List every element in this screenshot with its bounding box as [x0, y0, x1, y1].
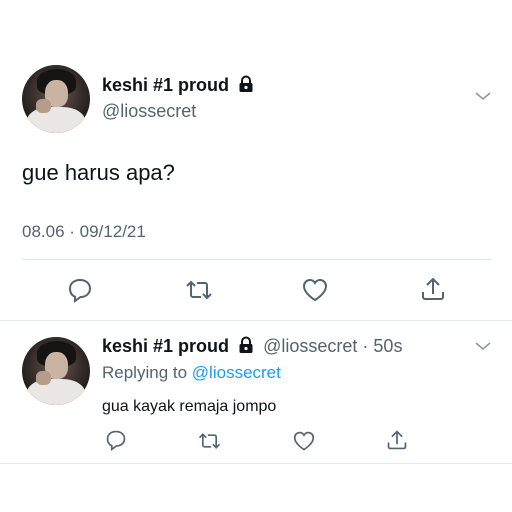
reply-avatar[interactable]	[22, 337, 90, 405]
replying-to-handle[interactable]: @liossecret	[192, 363, 281, 382]
avatar-body	[27, 379, 85, 405]
like-icon[interactable]	[292, 430, 316, 452]
divider	[0, 463, 512, 464]
divider	[0, 320, 512, 321]
author-handle[interactable]: @liossecret	[102, 101, 196, 122]
reply-time[interactable]: 50s	[373, 336, 402, 356]
avatar-body	[27, 107, 85, 133]
divider	[22, 259, 492, 260]
reply-author-handle[interactable]: @liossecret	[263, 336, 357, 356]
avatar[interactable]	[22, 65, 90, 133]
reply-author-name[interactable]: keshi #1 proud	[102, 336, 229, 356]
chevron-down-icon[interactable]	[474, 340, 492, 352]
tweet-timestamp[interactable]: 08.06 · 09/12/21	[22, 222, 146, 242]
replying-to-label: Replying to	[102, 363, 188, 382]
share-icon[interactable]	[386, 428, 408, 452]
reply-time-separator: ·	[362, 336, 369, 356]
chevron-down-icon[interactable]	[474, 90, 492, 102]
avatar-hand	[35, 99, 51, 113]
like-icon[interactable]	[301, 277, 329, 303]
lock-icon	[239, 75, 253, 92]
replying-to: Replying to @liossecret	[102, 363, 281, 383]
reply-author-line: keshi #1 proud @liossecret · 50s	[102, 336, 402, 357]
reply-icon[interactable]	[105, 429, 127, 451]
author-name-text: keshi #1 proud	[102, 75, 230, 95]
tweet-text: gue harus apa?	[22, 160, 175, 185]
reply-text: gua kayak remaja jompo	[102, 398, 277, 415]
retweet-icon[interactable]	[184, 278, 214, 302]
retweet-icon[interactable]	[197, 431, 222, 451]
reply-icon[interactable]	[67, 277, 93, 303]
lock-icon	[239, 336, 253, 353]
share-icon[interactable]	[420, 275, 446, 303]
avatar-hand	[35, 371, 51, 385]
author-name[interactable]: keshi #1 proud	[102, 75, 254, 96]
